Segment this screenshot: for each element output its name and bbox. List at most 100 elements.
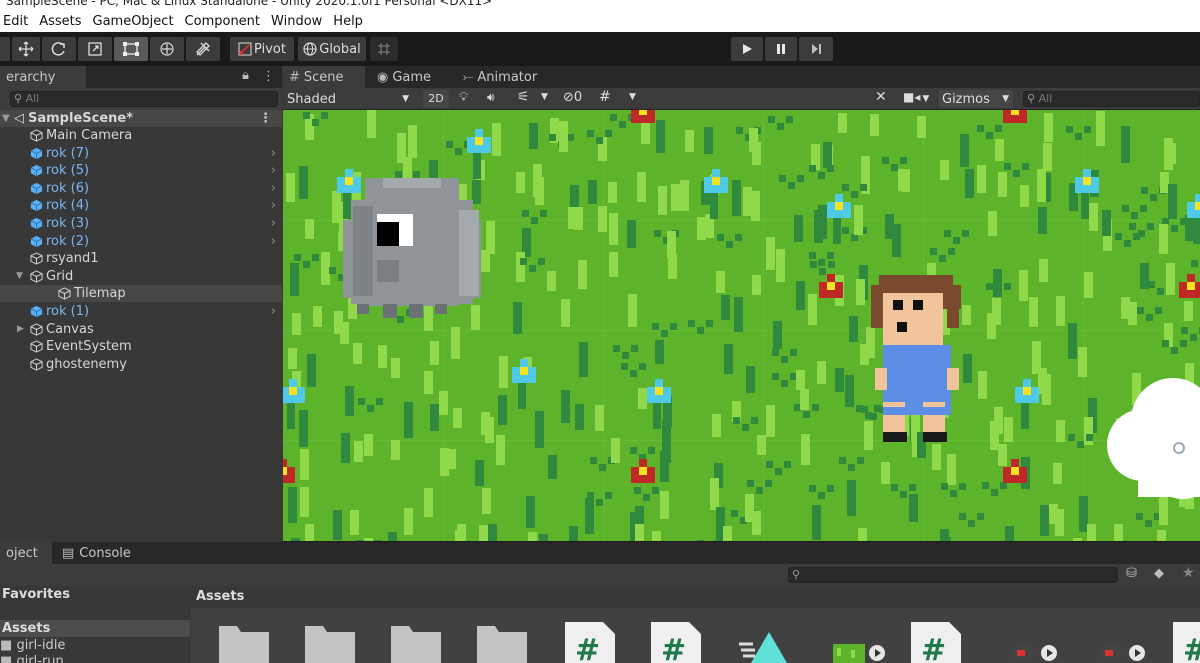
rect-tool-button[interactable] xyxy=(114,37,148,61)
hierarchy-item[interactable]: ▼ Grid xyxy=(0,268,282,285)
chevron-right-icon[interactable]: › xyxy=(271,216,276,231)
asset-tile[interactable] xyxy=(831,622,887,663)
effects-dropdown-icon[interactable]: ▼ xyxy=(541,92,548,102)
shading-mode-dropdown[interactable]: Shaded ▼ xyxy=(283,89,415,109)
asset-animation[interactable] xyxy=(1009,622,1065,663)
transform-tool-button[interactable] xyxy=(150,37,184,61)
hierarchy-item[interactable]: rok (2) › xyxy=(0,233,282,250)
scale-tool-button[interactable] xyxy=(78,37,112,61)
kebab-menu-icon[interactable]: ⋮ xyxy=(259,111,272,126)
hierarchy-item[interactable]: rsyand1 xyxy=(0,250,282,267)
menu-component[interactable]: Component xyxy=(185,14,260,29)
hierarchy-item[interactable]: EventSystem xyxy=(0,338,282,355)
hierarchy-item[interactable]: Main Camera xyxy=(0,127,282,144)
hierarchy-item[interactable]: ▶ Canvas xyxy=(0,321,282,338)
tab-game[interactable]: ◉ Game xyxy=(371,66,443,88)
menu-help[interactable]: Help xyxy=(333,14,363,29)
scene-viewport[interactable] xyxy=(283,110,1200,541)
camera-dropdown[interactable]: ■◂ ▼ xyxy=(903,90,929,104)
effects-icon[interactable]: ⚟ xyxy=(517,89,530,105)
tree-assets-folder[interactable]: Assets xyxy=(0,620,190,637)
pause-button[interactable] xyxy=(765,37,797,61)
asset-shader[interactable] xyxy=(737,622,793,663)
chevron-right-icon[interactable]: › xyxy=(271,198,276,213)
hierarchy-item[interactable]: rok (3) › xyxy=(0,215,282,232)
tools-icon[interactable]: ✕ xyxy=(875,89,887,105)
kebab-menu-icon[interactable]: ⋮ xyxy=(262,69,275,84)
custom-tool-button[interactable] xyxy=(186,37,220,61)
rect-tool-icon xyxy=(123,42,139,56)
lock-icon[interactable]: 🔒︎ xyxy=(242,68,249,83)
chevron-right-icon[interactable]: › xyxy=(271,163,276,178)
hierarchy-item[interactable]: rok (4) › xyxy=(0,197,282,214)
tree-item-label: girl-run xyxy=(16,654,64,663)
rotate-tool-button[interactable] xyxy=(42,37,76,61)
gizmos-dropdown[interactable]: Gizmos ▼ xyxy=(939,90,1013,108)
global-toggle[interactable]: Global xyxy=(298,37,366,61)
play-button[interactable] xyxy=(731,37,763,61)
menu-edit[interactable]: Edit xyxy=(3,14,28,29)
chevron-right-icon[interactable]: › xyxy=(271,181,276,196)
hierarchy-item[interactable]: ghostenemy xyxy=(0,356,282,373)
asset-animation[interactable] xyxy=(1097,622,1153,663)
scene-root[interactable]: ▼ ◁ SampleScene* ⋮ xyxy=(0,110,282,127)
hierarchy-search-input[interactable]: ⚲ All xyxy=(10,91,278,107)
hierarchy-item[interactable]: rok (7) › xyxy=(0,145,282,162)
tab-animator[interactable]: ⤚ Animator xyxy=(457,66,547,88)
tree-item-girl-run[interactable]: ■ girl-run xyxy=(0,654,64,663)
scene-search-input[interactable]: ⚲ All xyxy=(1023,91,1200,107)
asset-folder[interactable] xyxy=(217,622,273,663)
red-flower[interactable] xyxy=(631,110,655,123)
asset-folder[interactable] xyxy=(475,622,531,663)
asset-script[interactable]: # xyxy=(563,622,619,663)
hierarchy-search-bar: ⚲ All xyxy=(0,88,282,110)
project-search-input[interactable]: ⚲ xyxy=(788,567,1118,583)
pivot-toggle[interactable]: Pivot xyxy=(230,37,294,61)
search-icon: ⚲ xyxy=(14,92,26,105)
hierarchy-item[interactable]: rok (5) › xyxy=(0,162,282,179)
hierarchy-item[interactable]: rok (6) › xyxy=(0,180,282,197)
tab-hierarchy[interactable]: erarchy xyxy=(0,66,86,88)
favorites-label[interactable]: Favorites xyxy=(2,587,70,602)
assets-breadcrumb-label[interactable]: Assets xyxy=(196,589,244,604)
collapse-arrow-icon[interactable]: ▶ xyxy=(17,324,24,334)
favorite-star-icon[interactable]: ★ xyxy=(1182,565,1195,581)
expand-arrow-icon[interactable]: ▼ xyxy=(0,113,14,124)
menu-window[interactable]: Window xyxy=(271,14,322,29)
hierarchy-item[interactable]: rok (1) › xyxy=(0,303,282,320)
grid-dropdown-icon[interactable]: ▼ xyxy=(629,92,636,102)
chevron-right-icon[interactable]: › xyxy=(271,146,276,161)
asset-script[interactable]: # xyxy=(649,622,705,663)
asset-script[interactable]: # xyxy=(1171,622,1200,663)
menu-assets[interactable]: Assets xyxy=(39,14,81,29)
asset-folder[interactable] xyxy=(303,622,359,663)
chevron-right-icon[interactable]: › xyxy=(271,304,276,319)
2d-mode-toggle[interactable]: 2D xyxy=(423,90,449,108)
tree-item-girl-idle[interactable]: ■ girl-idle xyxy=(0,638,65,653)
move-tool-button[interactable] xyxy=(12,37,40,61)
step-button[interactable] xyxy=(799,37,833,61)
tab-project[interactable]: oject xyxy=(0,542,52,564)
hierarchy-item[interactable]: Tilemap xyxy=(0,285,282,303)
red-flower[interactable] xyxy=(1003,110,1027,123)
hand-tool-button[interactable] xyxy=(0,37,10,61)
asset-script[interactable]: # xyxy=(909,622,965,663)
tab-console[interactable]: ▤ Console xyxy=(56,542,140,564)
grid-visibility-icon[interactable]: # xyxy=(599,89,611,105)
hidden-objects-toggle[interactable]: ⊘0 xyxy=(563,90,582,108)
scene-canvas[interactable] xyxy=(283,110,1200,541)
lighting-icon[interactable]: 💡︎ xyxy=(459,90,468,105)
hierarchy-tabbar: erarchy 🔒︎ ⋮ xyxy=(0,66,282,88)
expand-arrow-icon[interactable]: ▼ xyxy=(16,271,23,281)
chevron-right-icon[interactable]: › xyxy=(271,234,276,249)
tab-scene[interactable]: # Scene xyxy=(283,66,365,88)
tile-icon xyxy=(833,644,885,663)
filter-label-icon[interactable]: ◆ xyxy=(1154,566,1164,581)
filter-type-icon[interactable]: ⛁ xyxy=(1126,566,1137,581)
pivot-label: Pivot xyxy=(254,41,286,57)
menu-gameobject[interactable]: GameObject xyxy=(93,14,174,29)
asset-folder[interactable] xyxy=(389,622,445,663)
audio-icon[interactable]: 🔊︎ xyxy=(487,90,495,105)
camera-icon: ■◂ xyxy=(903,90,921,104)
grid-snap-button[interactable] xyxy=(370,37,398,61)
